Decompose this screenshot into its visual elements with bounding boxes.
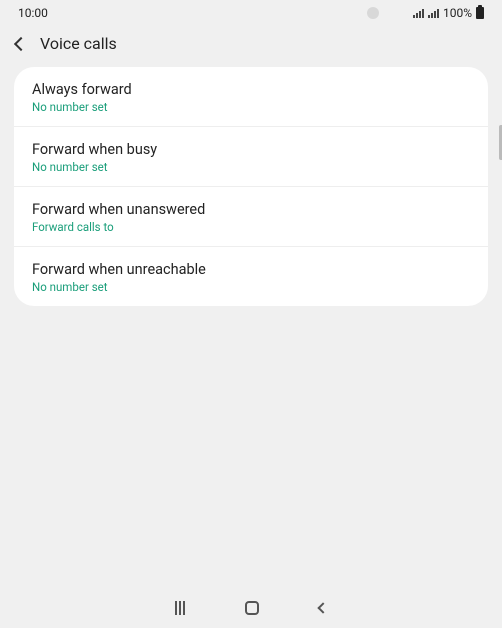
page-title: Voice calls xyxy=(40,34,117,53)
item-subtitle: No number set xyxy=(32,160,470,174)
recents-icon xyxy=(175,601,177,615)
item-title: Always forward xyxy=(32,81,470,98)
navigation-bar xyxy=(0,588,502,628)
item-title: Forward when unreachable xyxy=(32,261,470,278)
item-title: Forward when unanswered xyxy=(32,201,470,218)
list-item-always-forward[interactable]: Always forward No number set xyxy=(14,67,488,127)
list-item-forward-unanswered[interactable]: Forward when unanswered Forward calls to xyxy=(14,187,488,247)
status-bar: 10:00 100% xyxy=(0,0,502,24)
signal-sim1-icon xyxy=(413,8,424,18)
chevron-left-icon xyxy=(317,602,328,613)
item-title: Forward when busy xyxy=(32,141,470,158)
header: Voice calls xyxy=(0,24,502,67)
item-subtitle: No number set xyxy=(32,280,470,294)
settings-card: Always forward No number set Forward whe… xyxy=(14,67,488,306)
item-subtitle: No number set xyxy=(32,100,470,114)
camera-cutout-icon xyxy=(367,7,379,19)
back-button[interactable] xyxy=(16,39,26,49)
list-item-forward-unreachable[interactable]: Forward when unreachable No number set xyxy=(14,247,488,306)
battery-percent: 100% xyxy=(443,6,472,20)
list-item-forward-busy[interactable]: Forward when busy No number set xyxy=(14,127,488,187)
signal-sim2-icon xyxy=(428,8,439,18)
chevron-left-icon xyxy=(14,36,28,50)
status-right: 100% xyxy=(367,6,484,20)
recents-button[interactable] xyxy=(175,601,185,615)
battery-icon xyxy=(476,7,484,19)
status-time: 10:00 xyxy=(18,6,48,20)
home-button[interactable] xyxy=(245,601,259,615)
back-nav-button[interactable] xyxy=(319,604,327,612)
item-subtitle: Forward calls to xyxy=(32,220,470,234)
